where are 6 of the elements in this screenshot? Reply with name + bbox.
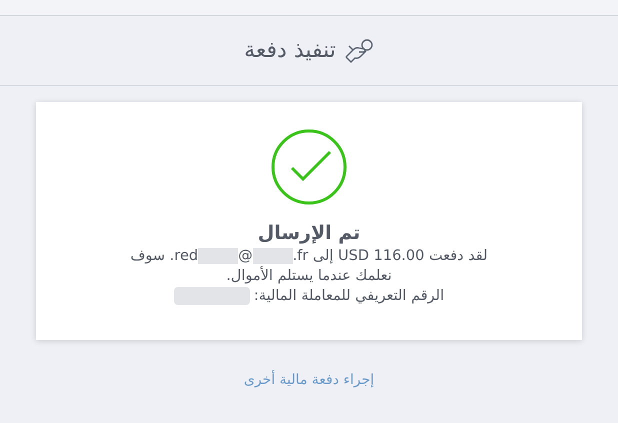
transaction-id-label: الرقم التعريفي للمعاملة المالية:: [254, 286, 444, 306]
check-circle-icon: [270, 128, 348, 206]
status-title: تم الإرسال: [258, 222, 360, 246]
new-payment-link[interactable]: إجراء دفعة مالية أخرى: [244, 370, 374, 391]
hand-coin-icon: [344, 38, 374, 64]
page-title: تنفيذ دفعة: [244, 37, 336, 65]
